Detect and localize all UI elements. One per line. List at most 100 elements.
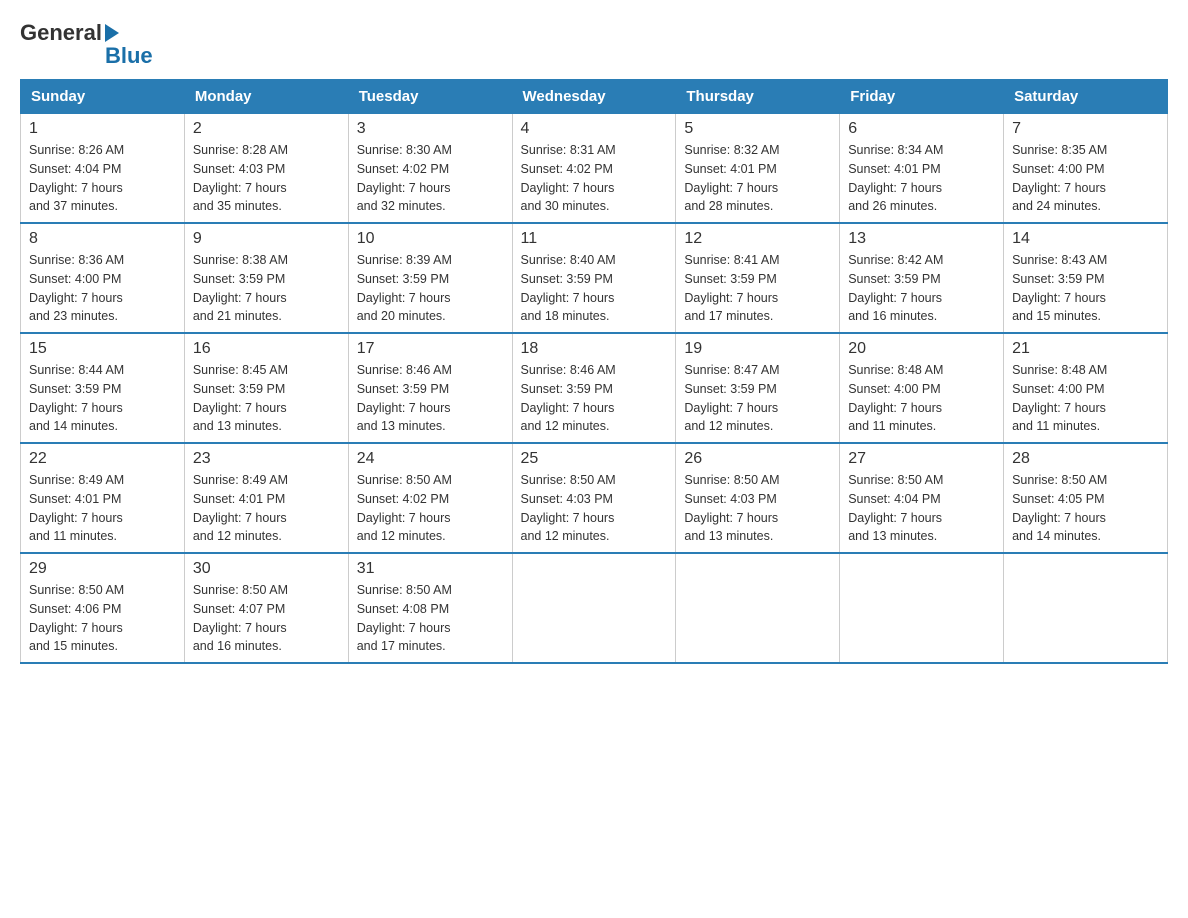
day-info: Sunrise: 8:45 AM Sunset: 3:59 PM Dayligh…	[193, 361, 340, 436]
weekday-header-friday: Friday	[840, 80, 1004, 114]
day-info: Sunrise: 8:50 AM Sunset: 4:04 PM Dayligh…	[848, 471, 995, 546]
day-info: Sunrise: 8:32 AM Sunset: 4:01 PM Dayligh…	[684, 141, 831, 216]
logo-triangle-icon	[105, 24, 119, 42]
calendar-body: 1 Sunrise: 8:26 AM Sunset: 4:04 PM Dayli…	[21, 114, 1168, 664]
day-info: Sunrise: 8:41 AM Sunset: 3:59 PM Dayligh…	[684, 251, 831, 326]
calendar-cell: 10 Sunrise: 8:39 AM Sunset: 3:59 PM Dayl…	[348, 223, 512, 333]
day-info: Sunrise: 8:50 AM Sunset: 4:06 PM Dayligh…	[29, 581, 176, 656]
day-number: 11	[521, 230, 668, 248]
weekday-header-wednesday: Wednesday	[512, 80, 676, 114]
day-info: Sunrise: 8:50 AM Sunset: 4:02 PM Dayligh…	[357, 471, 504, 546]
calendar-cell: 1 Sunrise: 8:26 AM Sunset: 4:04 PM Dayli…	[21, 114, 185, 224]
day-number: 30	[193, 560, 340, 578]
calendar-cell: 24 Sunrise: 8:50 AM Sunset: 4:02 PM Dayl…	[348, 443, 512, 553]
day-info: Sunrise: 8:40 AM Sunset: 3:59 PM Dayligh…	[521, 251, 668, 326]
calendar-cell: 22 Sunrise: 8:49 AM Sunset: 4:01 PM Dayl…	[21, 443, 185, 553]
logo-blue-text: Blue	[105, 43, 153, 69]
weekday-header-thursday: Thursday	[676, 80, 840, 114]
day-number: 10	[357, 230, 504, 248]
calendar-cell	[512, 553, 676, 663]
calendar-cell: 18 Sunrise: 8:46 AM Sunset: 3:59 PM Dayl…	[512, 333, 676, 443]
day-number: 27	[848, 450, 995, 468]
day-number: 21	[1012, 340, 1159, 358]
day-number: 24	[357, 450, 504, 468]
day-number: 4	[521, 120, 668, 138]
calendar-cell: 17 Sunrise: 8:46 AM Sunset: 3:59 PM Dayl…	[348, 333, 512, 443]
calendar-cell: 3 Sunrise: 8:30 AM Sunset: 4:02 PM Dayli…	[348, 114, 512, 224]
day-number: 23	[193, 450, 340, 468]
calendar-cell: 31 Sunrise: 8:50 AM Sunset: 4:08 PM Dayl…	[348, 553, 512, 663]
day-info: Sunrise: 8:46 AM Sunset: 3:59 PM Dayligh…	[357, 361, 504, 436]
day-info: Sunrise: 8:49 AM Sunset: 4:01 PM Dayligh…	[29, 471, 176, 546]
calendar-cell: 6 Sunrise: 8:34 AM Sunset: 4:01 PM Dayli…	[840, 114, 1004, 224]
calendar-cell: 28 Sunrise: 8:50 AM Sunset: 4:05 PM Dayl…	[1004, 443, 1168, 553]
day-info: Sunrise: 8:30 AM Sunset: 4:02 PM Dayligh…	[357, 141, 504, 216]
day-info: Sunrise: 8:48 AM Sunset: 4:00 PM Dayligh…	[848, 361, 995, 436]
page-header: General Blue	[20, 20, 1168, 69]
day-number: 14	[1012, 230, 1159, 248]
day-info: Sunrise: 8:34 AM Sunset: 4:01 PM Dayligh…	[848, 141, 995, 216]
day-number: 3	[357, 120, 504, 138]
logo-arrow-wrapper: Blue	[105, 20, 153, 69]
calendar-cell: 5 Sunrise: 8:32 AM Sunset: 4:01 PM Dayli…	[676, 114, 840, 224]
day-number: 9	[193, 230, 340, 248]
day-number: 15	[29, 340, 176, 358]
day-info: Sunrise: 8:49 AM Sunset: 4:01 PM Dayligh…	[193, 471, 340, 546]
calendar-cell: 9 Sunrise: 8:38 AM Sunset: 3:59 PM Dayli…	[184, 223, 348, 333]
calendar-cell: 26 Sunrise: 8:50 AM Sunset: 4:03 PM Dayl…	[676, 443, 840, 553]
calendar-table: SundayMondayTuesdayWednesdayThursdayFrid…	[20, 79, 1168, 664]
logo-text-general: General	[20, 20, 102, 46]
day-number: 28	[1012, 450, 1159, 468]
day-number: 16	[193, 340, 340, 358]
day-info: Sunrise: 8:36 AM Sunset: 4:00 PM Dayligh…	[29, 251, 176, 326]
day-info: Sunrise: 8:44 AM Sunset: 3:59 PM Dayligh…	[29, 361, 176, 436]
day-info: Sunrise: 8:28 AM Sunset: 4:03 PM Dayligh…	[193, 141, 340, 216]
calendar-cell: 11 Sunrise: 8:40 AM Sunset: 3:59 PM Dayl…	[512, 223, 676, 333]
day-number: 5	[684, 120, 831, 138]
day-number: 7	[1012, 120, 1159, 138]
calendar-cell: 4 Sunrise: 8:31 AM Sunset: 4:02 PM Dayli…	[512, 114, 676, 224]
day-info: Sunrise: 8:50 AM Sunset: 4:07 PM Dayligh…	[193, 581, 340, 656]
day-info: Sunrise: 8:46 AM Sunset: 3:59 PM Dayligh…	[521, 361, 668, 436]
calendar-week-row: 8 Sunrise: 8:36 AM Sunset: 4:00 PM Dayli…	[21, 223, 1168, 333]
day-info: Sunrise: 8:50 AM Sunset: 4:08 PM Dayligh…	[357, 581, 504, 656]
day-number: 6	[848, 120, 995, 138]
day-info: Sunrise: 8:39 AM Sunset: 3:59 PM Dayligh…	[357, 251, 504, 326]
weekday-header-sunday: Sunday	[21, 80, 185, 114]
weekday-header-saturday: Saturday	[1004, 80, 1168, 114]
calendar-header: SundayMondayTuesdayWednesdayThursdayFrid…	[21, 80, 1168, 114]
calendar-week-row: 1 Sunrise: 8:26 AM Sunset: 4:04 PM Dayli…	[21, 114, 1168, 224]
calendar-cell: 29 Sunrise: 8:50 AM Sunset: 4:06 PM Dayl…	[21, 553, 185, 663]
day-number: 31	[357, 560, 504, 578]
calendar-cell: 23 Sunrise: 8:49 AM Sunset: 4:01 PM Dayl…	[184, 443, 348, 553]
weekday-header-row: SundayMondayTuesdayWednesdayThursdayFrid…	[21, 80, 1168, 114]
day-number: 25	[521, 450, 668, 468]
calendar-cell: 8 Sunrise: 8:36 AM Sunset: 4:00 PM Dayli…	[21, 223, 185, 333]
day-number: 22	[29, 450, 176, 468]
calendar-cell: 27 Sunrise: 8:50 AM Sunset: 4:04 PM Dayl…	[840, 443, 1004, 553]
weekday-header-tuesday: Tuesday	[348, 80, 512, 114]
day-info: Sunrise: 8:48 AM Sunset: 4:00 PM Dayligh…	[1012, 361, 1159, 436]
calendar-cell: 19 Sunrise: 8:47 AM Sunset: 3:59 PM Dayl…	[676, 333, 840, 443]
day-number: 19	[684, 340, 831, 358]
day-info: Sunrise: 8:50 AM Sunset: 4:03 PM Dayligh…	[684, 471, 831, 546]
day-info: Sunrise: 8:38 AM Sunset: 3:59 PM Dayligh…	[193, 251, 340, 326]
calendar-cell: 20 Sunrise: 8:48 AM Sunset: 4:00 PM Dayl…	[840, 333, 1004, 443]
day-number: 29	[29, 560, 176, 578]
calendar-week-row: 29 Sunrise: 8:50 AM Sunset: 4:06 PM Dayl…	[21, 553, 1168, 663]
day-info: Sunrise: 8:26 AM Sunset: 4:04 PM Dayligh…	[29, 141, 176, 216]
calendar-week-row: 22 Sunrise: 8:49 AM Sunset: 4:01 PM Dayl…	[21, 443, 1168, 553]
calendar-cell: 13 Sunrise: 8:42 AM Sunset: 3:59 PM Dayl…	[840, 223, 1004, 333]
logo: General Blue	[20, 20, 153, 69]
day-number: 20	[848, 340, 995, 358]
day-number: 12	[684, 230, 831, 248]
calendar-cell: 7 Sunrise: 8:35 AM Sunset: 4:00 PM Dayli…	[1004, 114, 1168, 224]
calendar-cell: 16 Sunrise: 8:45 AM Sunset: 3:59 PM Dayl…	[184, 333, 348, 443]
day-info: Sunrise: 8:43 AM Sunset: 3:59 PM Dayligh…	[1012, 251, 1159, 326]
calendar-cell: 15 Sunrise: 8:44 AM Sunset: 3:59 PM Dayl…	[21, 333, 185, 443]
calendar-cell	[1004, 553, 1168, 663]
calendar-cell	[676, 553, 840, 663]
day-number: 13	[848, 230, 995, 248]
day-number: 2	[193, 120, 340, 138]
day-info: Sunrise: 8:35 AM Sunset: 4:00 PM Dayligh…	[1012, 141, 1159, 216]
